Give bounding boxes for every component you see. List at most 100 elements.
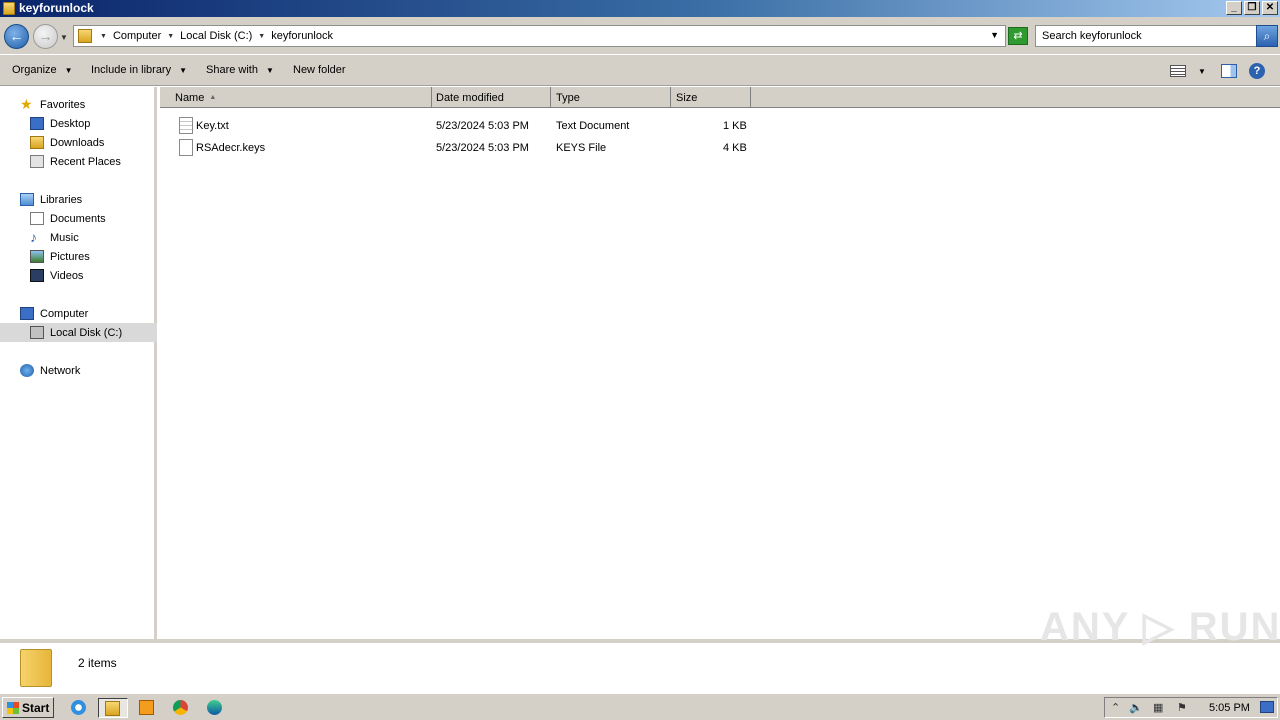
close-button[interactable]: ✕ — [1262, 1, 1278, 15]
nav-favorites[interactable]: ★ Favorites — [0, 95, 157, 114]
change-view-icon[interactable] — [1170, 65, 1186, 77]
restore-button[interactable]: ❐ — [1244, 1, 1260, 15]
taskbar-chrome[interactable] — [170, 698, 192, 718]
column-name-label: Name — [175, 92, 205, 104]
help-icon[interactable]: ? — [1249, 63, 1265, 79]
windows-explorer-icon — [105, 701, 120, 716]
nav-documents[interactable]: Documents — [0, 209, 157, 228]
search-input[interactable] — [1042, 27, 1242, 45]
desktop-icon — [30, 117, 44, 130]
back-button[interactable]: ← — [4, 24, 29, 49]
nav-downloads[interactable]: Downloads — [0, 133, 157, 152]
search-box[interactable] — [1035, 25, 1257, 47]
refresh-button[interactable]: ⇄ — [1008, 27, 1028, 45]
address-dropdown-icon[interactable]: ▼ — [990, 30, 999, 40]
organize-button[interactable]: Organize ▼ — [12, 64, 73, 76]
chevron-right-icon[interactable]: ▼ — [100, 33, 107, 40]
show-desktop-icon[interactable] — [1260, 701, 1274, 713]
chevron-down-icon: ▼ — [64, 66, 73, 75]
folder-icon — [20, 649, 52, 687]
edge-icon — [207, 700, 222, 715]
breadcrumb-keyforunlock[interactable]: keyforunlock — [271, 30, 333, 42]
local-disk-icon — [30, 326, 44, 339]
nav-desktop-label: Desktop — [50, 118, 91, 130]
nav-downloads-label: Downloads — [50, 137, 105, 149]
taskbar-media-player[interactable] — [136, 698, 158, 718]
address-bar[interactable]: ▼ Computer ▼ Local Disk (C:) ▼ keyforunl… — [73, 25, 1006, 47]
action-center-flag-icon[interactable]: ⚑ — [1177, 701, 1187, 714]
sort-ascending-icon: ▲ — [209, 94, 217, 101]
file-size: 4 KB — [723, 142, 747, 154]
clock[interactable]: 5:05 PM — [1209, 702, 1250, 714]
media-player-icon — [139, 700, 154, 715]
forward-button[interactable]: → — [33, 24, 58, 49]
libraries-icon — [20, 193, 34, 206]
view-options-dropdown-icon[interactable]: ▼ — [1198, 67, 1206, 76]
column-header-type[interactable]: Type — [551, 87, 671, 108]
preview-pane-icon[interactable] — [1221, 64, 1237, 78]
column-header-row: Name ▲ Date modified Type Size — [160, 87, 1280, 108]
file-name: RSAdecr.keys — [196, 142, 266, 154]
column-header-date-modified[interactable]: Date modified — [431, 87, 551, 108]
chevron-down-icon: ▼ — [179, 66, 188, 75]
chrome-icon — [173, 700, 188, 715]
include-in-library-label: Include in library — [91, 64, 172, 76]
nav-music[interactable]: ♪ Music — [0, 228, 157, 247]
navigation-pane: ★ Favorites Desktop Downloads Recent Pla… — [0, 87, 157, 639]
network-icon — [20, 364, 34, 377]
volume-icon[interactable]: 🔈 — [1129, 701, 1143, 714]
documents-icon — [30, 212, 44, 225]
chevron-right-icon[interactable]: ▼ — [258, 33, 265, 40]
taskbar-windows-explorer[interactable] — [98, 698, 128, 718]
generic-file-icon — [179, 139, 193, 156]
file-size: 1 KB — [723, 120, 747, 132]
start-label: Start — [22, 701, 50, 715]
nav-network-label: Network — [40, 365, 81, 377]
taskbar-edge[interactable] — [204, 698, 226, 718]
nav-pictures[interactable]: Pictures — [0, 247, 157, 266]
folder-icon — [78, 29, 92, 43]
pictures-icon — [30, 250, 44, 263]
nav-pictures-label: Pictures — [50, 251, 90, 263]
minimize-button[interactable]: _ — [1226, 1, 1242, 15]
nav-computer[interactable]: Computer — [0, 304, 157, 323]
file-row[interactable]: RSAdecr.keys 5/23/2024 5:03 PM KEYS File… — [160, 138, 760, 158]
watermark: ANY ▷ RUN — [1040, 605, 1280, 649]
network-tray-icon[interactable]: ▦ — [1153, 701, 1163, 714]
nav-documents-label: Documents — [50, 213, 106, 225]
file-date-modified: 5/23/2024 5:03 PM — [436, 120, 529, 132]
file-row[interactable]: Key.txt 5/23/2024 5:03 PM Text Document … — [160, 116, 760, 136]
nav-recent-places-label: Recent Places — [50, 156, 121, 168]
item-count: 2 items — [78, 656, 117, 670]
nav-desktop[interactable]: Desktop — [0, 114, 157, 133]
star-icon: ★ — [20, 96, 33, 112]
taskbar-internet-explorer[interactable] — [68, 698, 90, 718]
search-icon[interactable]: ⌕ — [1256, 25, 1278, 47]
nav-local-disk-label: Local Disk (C:) — [50, 327, 123, 339]
column-header-size[interactable]: Size — [671, 87, 751, 108]
nav-local-disk[interactable]: Local Disk (C:) — [0, 323, 157, 342]
nav-libraries[interactable]: Libraries — [0, 190, 157, 209]
column-header-name[interactable]: Name ▲ — [170, 87, 432, 108]
recent-places-icon — [30, 155, 44, 168]
breadcrumb: ▼ Computer ▼ Local Disk (C:) ▼ keyforunl… — [98, 30, 333, 42]
breadcrumb-local-disk[interactable]: Local Disk (C:) — [180, 30, 252, 42]
window-controls: _ ❐ ✕ — [1226, 1, 1278, 15]
recent-pages-dropdown[interactable]: ▼ — [60, 33, 68, 42]
windows-logo-icon — [7, 702, 19, 714]
folder-icon — [3, 2, 15, 15]
nav-videos[interactable]: Videos — [0, 266, 157, 285]
start-button[interactable]: Start — [2, 697, 54, 718]
breadcrumb-computer[interactable]: Computer — [113, 30, 161, 42]
nav-recent-places[interactable]: Recent Places — [0, 152, 157, 171]
chevron-right-icon[interactable]: ▼ — [167, 33, 174, 40]
chevron-down-icon: ▼ — [265, 66, 274, 75]
new-folder-button[interactable]: New folder — [293, 64, 346, 76]
computer-icon — [20, 307, 34, 320]
show-hidden-icons-icon[interactable]: ⌃ — [1111, 701, 1120, 714]
music-icon: ♪ — [30, 229, 37, 245]
include-in-library-button[interactable]: Include in library ▼ — [91, 64, 187, 76]
share-with-button[interactable]: Share with ▼ — [206, 64, 274, 76]
window-title: keyforunlock — [19, 1, 94, 15]
nav-network[interactable]: Network — [0, 361, 157, 380]
